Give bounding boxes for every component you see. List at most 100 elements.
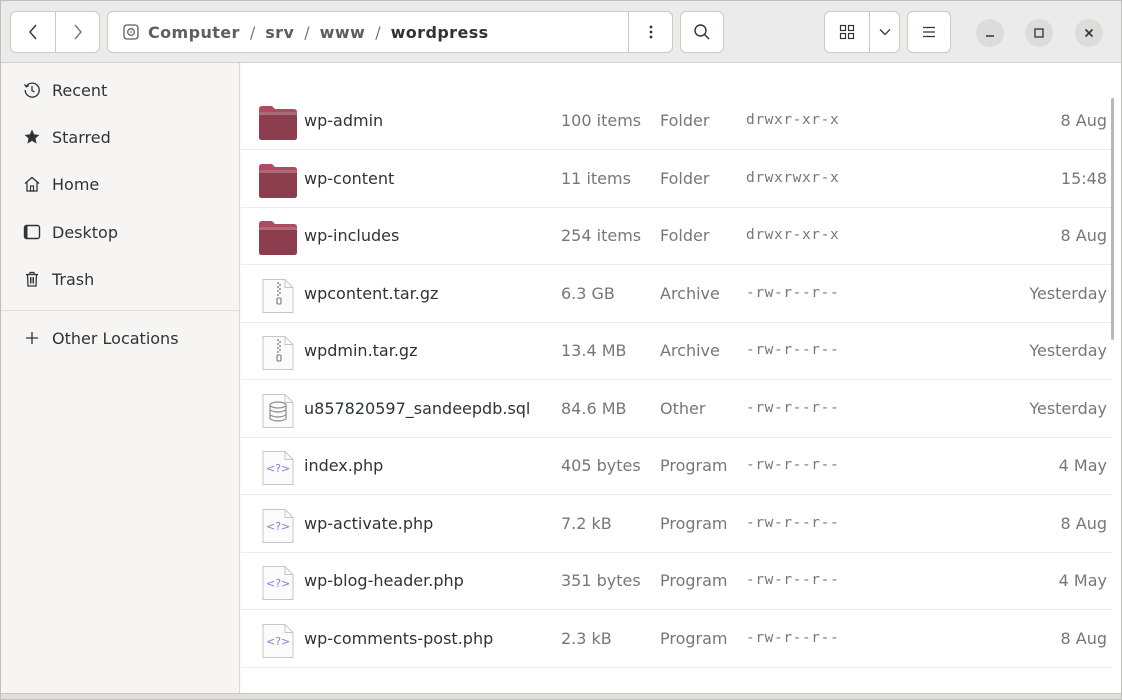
file-row[interactable]: <?> wp-activate.php 7.2 kB Program -rw-r--r-… <box>241 496 1111 553</box>
file-type: Folder <box>660 226 710 245</box>
close-icon <box>1084 28 1094 38</box>
breadcrumb-separator: / <box>249 22 256 42</box>
file-name: wp-activate.php <box>304 513 434 533</box>
file-row[interactable]: wpdmin.tar.gz 13.4 MB Archive -rw-r--r-- Yes… <box>241 323 1111 380</box>
grid-view-button[interactable] <box>825 12 869 52</box>
file-type: Archive <box>660 341 720 360</box>
file-row[interactable]: wp-admin 100 items Folder drwxr-xr-x 8 Aug <box>241 93 1111 150</box>
php-tag-glyph: <?> <box>266 577 291 590</box>
file-modified: 4 May <box>1058 456 1107 475</box>
breadcrumb-separator: / <box>304 22 310 42</box>
file-size: 6.3 GB <box>561 283 615 303</box>
sidebar-item-trash[interactable]: Trash <box>1 259 240 299</box>
star-icon <box>22 127 42 147</box>
file-modified: Yesterday <box>1029 283 1107 303</box>
chevron-left-icon <box>29 24 37 40</box>
breadcrumb-separator: / <box>375 22 381 42</box>
file-manager-window: Computer / srv / www / wordpress Recent … <box>0 0 1122 700</box>
close-button[interactable] <box>1075 19 1103 47</box>
hamburger-menu-icon <box>923 26 935 38</box>
plus-icon <box>22 328 42 348</box>
file-row[interactable]: wp-includes 254 items Folder drwxr-xr-x 8 Au… <box>241 208 1111 265</box>
file-modified: 8 Aug <box>1060 226 1107 245</box>
folder-icon <box>258 163 298 199</box>
database-icon <box>258 393 298 429</box>
file-permissions: drwxrwxr-x <box>746 169 840 186</box>
file-row[interactable]: wp-content 11 items Folder drwxrwxr-x 15:48 <box>241 151 1111 208</box>
breadcrumb-wordpress[interactable]: wordpress <box>391 23 489 42</box>
file-permissions: -rw-r--r-- <box>746 399 840 416</box>
file-row[interactable]: <?> index.php 405 bytes Program -rw-r--r-- 4 … <box>241 438 1111 495</box>
drive-icon <box>122 23 140 41</box>
file-permissions: -rw-r--r-- <box>746 572 840 588</box>
main-menu-button[interactable] <box>907 11 951 53</box>
file-permissions: -rw-r--r-- <box>746 457 840 473</box>
file-modified: Yesterday <box>1029 398 1107 418</box>
view-options-dropdown[interactable] <box>869 12 899 52</box>
file-permissions: drwxr-xr-x <box>746 112 840 128</box>
sidebar-item-label: Starred <box>52 127 111 147</box>
php-file-icon: <?> <box>258 623 298 659</box>
view-switcher <box>824 11 900 53</box>
window-bottom-edge <box>1 693 1121 699</box>
file-permissions: -rw-r--r-- <box>746 629 840 646</box>
file-permissions: drwxr-xr-x <box>746 227 840 243</box>
file-type: Program <box>660 513 728 533</box>
file-size: 2.3 kB <box>561 628 612 648</box>
php-tag-glyph: <?> <box>266 462 291 475</box>
sidebar-item-other-locations[interactable]: Other Locations <box>1 318 240 358</box>
file-type: Program <box>660 628 728 648</box>
file-name: u857820597_sandeepdb.sql <box>304 398 531 418</box>
file-type: Archive <box>660 283 720 303</box>
file-row[interactable]: <?> wp-blog-header.php 351 bytes Program -rw… <box>241 553 1111 610</box>
php-file-icon: <?> <box>258 508 298 544</box>
trash-icon <box>22 269 42 289</box>
file-row[interactable]: u857820597_sandeepdb.sql 84.6 MB Other -rw-… <box>241 381 1111 438</box>
file-size: 254 items <box>561 226 642 245</box>
search-icon <box>694 24 710 40</box>
sidebar-item-desktop[interactable]: Desktop <box>1 212 240 252</box>
vertical-ellipsis-icon <box>649 25 652 39</box>
forward-button[interactable] <box>55 12 99 52</box>
breadcrumb-srv[interactable]: srv <box>265 23 294 42</box>
grid-view-icon <box>839 24 855 40</box>
maximize-button[interactable] <box>1025 19 1053 47</box>
sidebar-item-recent[interactable]: Recent <box>1 70 240 110</box>
sidebar-item-label: Recent <box>52 80 108 100</box>
sidebar: Recent Starred Home Desktop Trash Other … <box>1 63 240 699</box>
header-bar: Computer / srv / www / wordpress <box>1 1 1121 63</box>
archive-icon <box>258 278 298 314</box>
home-icon <box>22 174 42 194</box>
file-row[interactable]: <?> wp-comments-post.php 2.3 kB Program -rw-… <box>241 611 1111 668</box>
breadcrumb-www[interactable]: www <box>320 23 366 42</box>
php-file-icon: <?> <box>258 450 298 486</box>
file-list: wp-admin 100 items Folder drwxr-xr-x 8 Aug wp… <box>241 63 1121 693</box>
file-size: 405 bytes <box>561 456 641 475</box>
php-tag-glyph: <?> <box>266 519 291 533</box>
sidebar-item-starred[interactable]: Starred <box>1 117 240 157</box>
search-button[interactable] <box>680 11 724 53</box>
maximize-icon <box>1034 28 1044 38</box>
scrollbar[interactable] <box>1111 98 1114 340</box>
sidebar-item-label: Trash <box>52 269 95 289</box>
file-type: Program <box>660 571 728 590</box>
file-modified: 4 May <box>1058 571 1107 590</box>
file-size: 351 bytes <box>561 571 641 590</box>
navigation-buttons <box>10 11 100 53</box>
file-modified: 15:48 <box>1060 168 1107 188</box>
file-row[interactable]: wpcontent.tar.gz 6.3 GB Archive -rw-r--r-- Y… <box>241 266 1111 323</box>
back-button[interactable] <box>11 12 55 52</box>
sidebar-item-label: Desktop <box>52 222 118 242</box>
file-name: wpdmin.tar.gz <box>304 341 418 360</box>
file-name: wp-admin <box>304 111 384 130</box>
minimize-button[interactable] <box>976 19 1004 47</box>
path-menu-button[interactable] <box>628 12 672 52</box>
file-permissions: -rw-r--r-- <box>746 342 840 358</box>
file-modified: 8 Aug <box>1060 111 1107 130</box>
file-name: wp-includes <box>304 226 400 245</box>
php-file-icon: <?> <box>258 565 298 601</box>
breadcrumb-computer[interactable]: Computer <box>148 23 240 42</box>
file-permissions: -rw-r--r-- <box>746 514 840 531</box>
sidebar-item-home[interactable]: Home <box>1 164 240 204</box>
file-size: 84.6 MB <box>561 398 627 418</box>
